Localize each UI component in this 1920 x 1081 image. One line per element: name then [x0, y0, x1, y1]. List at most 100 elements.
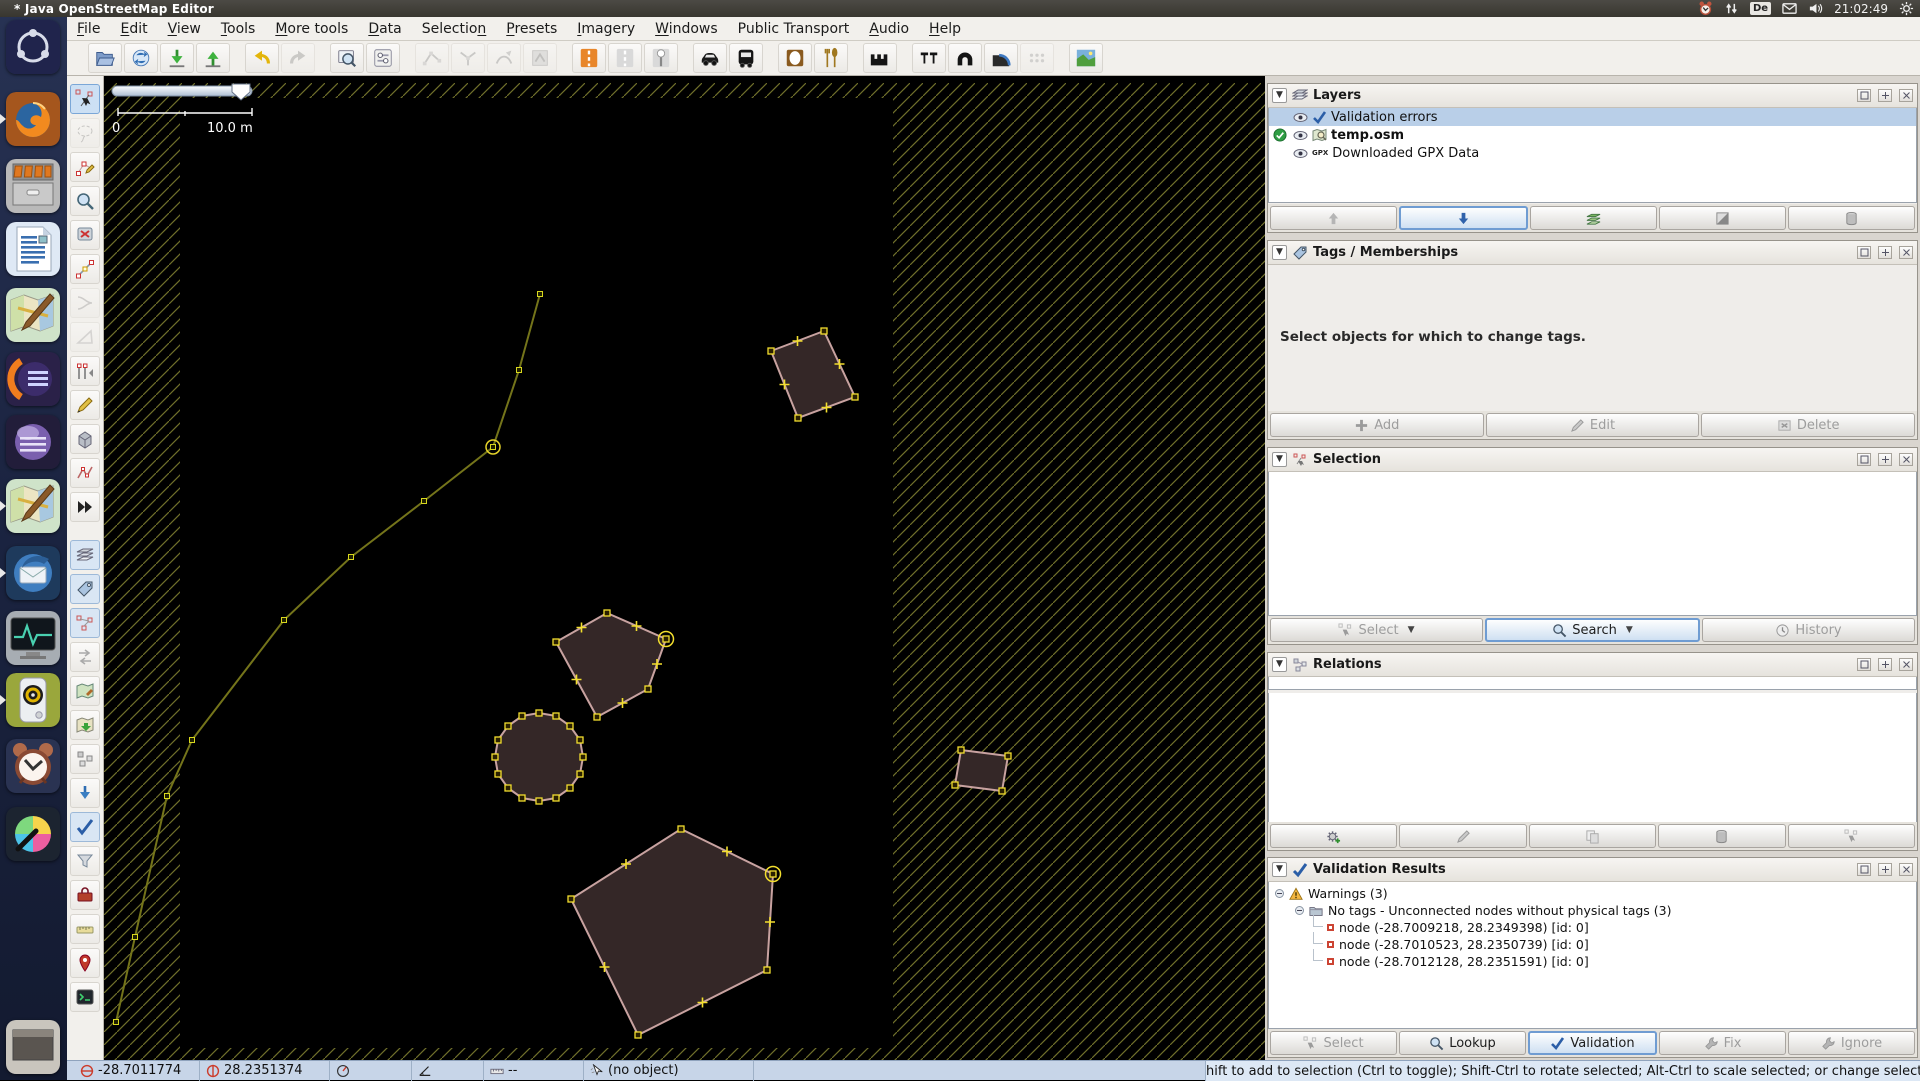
way-node[interactable]	[851, 393, 859, 401]
way-node[interactable]	[552, 794, 560, 802]
shrink-panel-icon[interactable]	[1857, 863, 1871, 876]
menu-tools[interactable]: Tools	[211, 19, 266, 39]
way-node[interactable]	[535, 797, 543, 805]
way-node[interactable]	[634, 1031, 642, 1039]
delete-relation-button[interactable]	[1658, 824, 1786, 848]
dock-speaker-app[interactable]	[6, 673, 60, 727]
collapse-icon[interactable]: ▼	[1272, 452, 1287, 467]
traffic-pole-button[interactable]	[644, 43, 678, 73]
layer-row-temp-osm[interactable]: temp.osm	[1269, 126, 1916, 144]
map-svg[interactable]: 0 10.0 m	[104, 83, 1265, 1060]
import-toggle-button[interactable]	[70, 710, 100, 740]
menu-presets[interactable]: Presets	[496, 19, 567, 39]
search-button[interactable]	[330, 43, 364, 73]
menu-edit[interactable]: Edit	[110, 19, 157, 39]
way-node[interactable]	[769, 870, 777, 878]
selection-list[interactable]	[1268, 472, 1917, 616]
gpx-node[interactable]	[113, 1019, 119, 1025]
gpx-node[interactable]	[348, 554, 354, 560]
dock-libreoffice-writer[interactable]	[6, 222, 60, 276]
way-node[interactable]	[566, 784, 574, 792]
upload-data-button[interactable]	[196, 43, 230, 73]
layer-visibility-eye-icon[interactable]	[1293, 146, 1308, 161]
shrink-panel-icon[interactable]	[1857, 658, 1871, 671]
gpx-node[interactable]	[132, 934, 138, 940]
menu-audio[interactable]: Audio	[859, 19, 919, 39]
restaurant-button[interactable]	[814, 43, 848, 73]
validation-panel-toggle-button[interactable]	[70, 812, 100, 842]
way-tool-c-button[interactable]	[487, 43, 521, 73]
car-button[interactable]	[693, 43, 727, 73]
collapse-icon[interactable]: ▼	[1272, 657, 1287, 672]
move-layer-down[interactable]	[1399, 206, 1528, 230]
embankment-button[interactable]	[984, 43, 1018, 73]
terminal-toggle-button[interactable]	[70, 982, 100, 1012]
tunnel-button[interactable]	[948, 43, 982, 73]
layers-panel-toggle-button[interactable]	[70, 540, 100, 570]
validation-node-row[interactable]: node (-28.7010523, 28.2350739) [id: 0]	[1269, 932, 1916, 953]
detach-panel-icon[interactable]	[1878, 89, 1892, 102]
dock-color-picker[interactable]	[6, 807, 60, 861]
gpx-node[interactable]	[281, 617, 287, 623]
gpx-node[interactable]	[516, 367, 522, 373]
shrink-panel-icon[interactable]	[1857, 453, 1871, 466]
way-node[interactable]	[494, 770, 502, 778]
validation-group-row[interactable]: No tags - Unconnected nodes without phys…	[1269, 902, 1916, 919]
way-node[interactable]	[677, 825, 685, 833]
delete-tool-button[interactable]	[70, 220, 100, 250]
validation-node-row[interactable]: node (-28.7009218, 28.2349398) [id: 0]	[1269, 915, 1916, 936]
merge-layer[interactable]	[1530, 206, 1657, 230]
validation-node-row[interactable]: node (-28.7012128, 28.2351591) [id: 0]	[1269, 949, 1916, 970]
alarm-indicator-icon[interactable]	[1698, 1, 1713, 16]
way-node[interactable]	[1004, 752, 1012, 760]
mappaint-panel-toggle-button[interactable]	[70, 676, 100, 706]
menu-imagery[interactable]: Imagery	[567, 19, 645, 39]
menu-windows[interactable]: Windows	[645, 19, 728, 39]
dots-button[interactable]	[1020, 43, 1054, 73]
way-node[interactable]	[951, 781, 959, 789]
lasso-tool-button[interactable]	[70, 118, 100, 148]
menu-public-transport[interactable]: Public Transport	[728, 19, 860, 39]
dock-file-cabinet[interactable]	[6, 159, 60, 213]
map-canvas[interactable]: 0 10.0 m	[104, 76, 1265, 1060]
relations-list[interactable]	[1268, 693, 1917, 825]
volume-icon[interactable]	[1808, 1, 1823, 16]
way-node[interactable]	[566, 722, 574, 730]
gpx-node[interactable]	[421, 498, 427, 504]
layer-visibility-eye-icon[interactable]	[1293, 110, 1308, 125]
validation-lookup-button[interactable]: Lookup	[1399, 1031, 1526, 1055]
mail-icon[interactable]	[1782, 1, 1797, 16]
way-node[interactable]	[820, 327, 828, 335]
way-node[interactable]	[576, 736, 584, 744]
way-node[interactable]	[767, 347, 775, 355]
way-node[interactable]	[998, 787, 1006, 795]
dock-window-gray[interactable]	[6, 1020, 60, 1074]
road-orange-button[interactable]	[572, 43, 606, 73]
menu-file[interactable]: File	[67, 19, 110, 39]
way-node[interactable]	[504, 784, 512, 792]
way-node[interactable]	[794, 414, 802, 422]
combine-tool-button[interactable]	[70, 288, 100, 318]
way-tool-a-button[interactable]	[415, 43, 449, 73]
edit-relation-button[interactable]	[1399, 824, 1527, 848]
menu-help[interactable]: Help	[919, 19, 971, 39]
download-panel-toggle-button[interactable]	[70, 778, 100, 808]
selection-history-button[interactable]: History	[1702, 618, 1915, 642]
layer-opacity[interactable]	[1659, 206, 1786, 230]
draw-tool-button[interactable]	[70, 152, 100, 182]
layer-row-downloaded-gpx-data[interactable]: GPX Downloaded GPX Data	[1269, 144, 1916, 162]
validation-ignore-button[interactable]: Ignore	[1788, 1031, 1915, 1055]
bus-button[interactable]	[729, 43, 763, 73]
relation-panel-toggle-button[interactable]	[70, 744, 100, 774]
select-tool-button[interactable]	[70, 84, 100, 114]
gpx-node[interactable]	[189, 737, 195, 743]
dock-josm[interactable]	[6, 479, 60, 533]
collapse-icon[interactable]: ▼	[1272, 245, 1287, 260]
delete-layer[interactable]	[1788, 206, 1915, 230]
way-node[interactable]	[504, 722, 512, 730]
validation-warnings-row[interactable]: Warnings (3)	[1269, 885, 1916, 902]
dock-eclipse[interactable]	[6, 352, 60, 406]
dock-map-editor[interactable]	[6, 288, 60, 342]
close-panel-icon[interactable]	[1899, 658, 1913, 671]
improve-accuracy-tool-button[interactable]	[70, 322, 100, 352]
